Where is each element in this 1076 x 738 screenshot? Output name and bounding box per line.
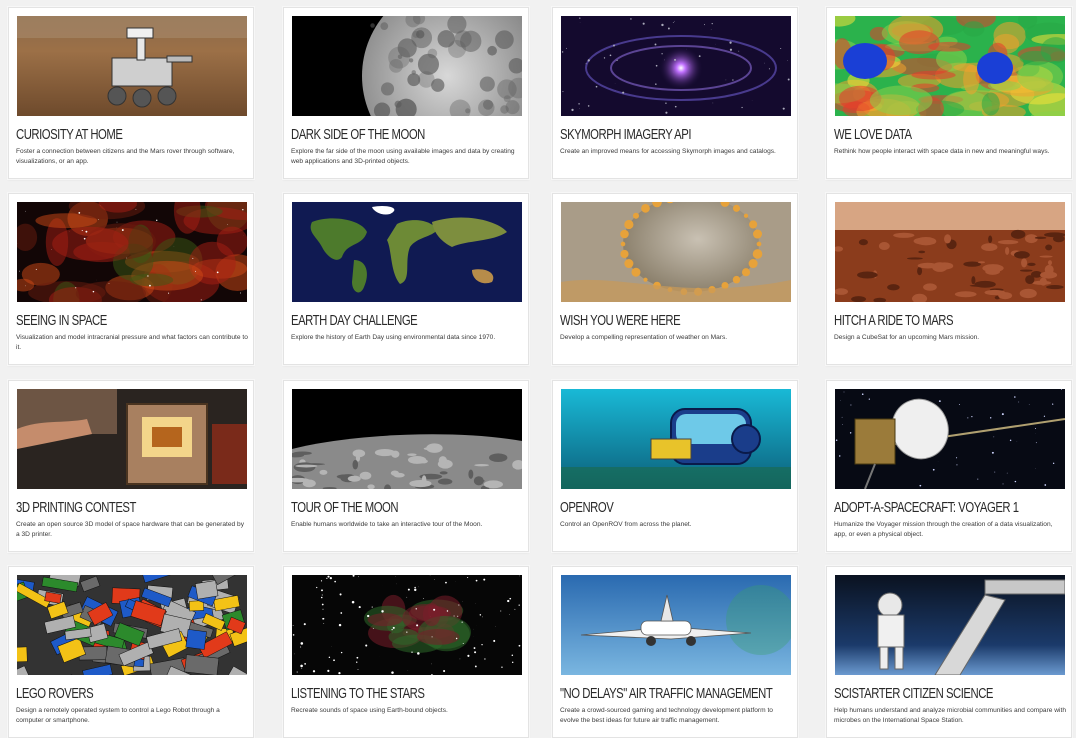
challenge-title[interactable]: ADOPT-A-SPACECRAFT: VOYAGER 1 — [834, 499, 1019, 517]
challenge-description: Create a crowd-sourced gaming and techno… — [560, 707, 773, 724]
challenge-title[interactable]: LISTENING TO THE STARS — [291, 685, 474, 703]
challenge-description: Control an OpenROV from across the plane… — [560, 521, 692, 528]
challenge-card[interactable]: SKYMORPH IMAGERY API Create an improved m… — [552, 7, 798, 179]
challenge-card[interactable]: TOUR OF THE MOON Enable humans worldwide … — [283, 380, 529, 552]
challenge-card[interactable]: SCISTARTER CITIZEN SCIENCE Help humans un… — [826, 566, 1072, 738]
challenge-title[interactable]: OPENROV — [560, 499, 743, 517]
challenge-card[interactable]: "NO DELAYS" AIR TRAFFIC MANAGEMENT Create… — [552, 566, 798, 738]
challenge-description: Design a CubeSat for an upcoming Mars mi… — [834, 334, 980, 341]
challenge-description: Rethink how people interact with space d… — [834, 148, 1050, 155]
challenge-card[interactable]: DARK SIDE OF THE MOON Explore the far sid… — [283, 7, 529, 179]
challenge-description: Visualization and model intracranial pre… — [16, 334, 248, 351]
challenge-description: Explore the history of Earth Day using e… — [291, 334, 496, 341]
challenge-title[interactable]: 3D PRINTING CONTEST — [16, 499, 199, 517]
challenge-description: Recreate sounds of space using Earth-bou… — [291, 707, 448, 714]
challenge-title[interactable]: LEGO ROVERS — [16, 685, 199, 703]
challenge-title[interactable]: DARK SIDE OF THE MOON — [291, 126, 474, 144]
challenge-grid: CURIOSITY AT HOME Foster a connection bet… — [0, 0, 1076, 738]
challenge-card[interactable]: SEEING IN SPACE Visualization and model i… — [8, 193, 254, 365]
challenge-title[interactable]: HITCH A RIDE TO MARS — [834, 312, 1017, 330]
challenge-title[interactable]: SCISTARTER CITIZEN SCIENCE — [834, 685, 1017, 703]
mars-rover-image[interactable] — [17, 16, 247, 116]
challenge-card[interactable]: ADOPT-A-SPACECRAFT: VOYAGER 1 Humanize th… — [826, 380, 1072, 552]
challenge-title[interactable]: SEEING IN SPACE — [16, 312, 199, 330]
challenge-card[interactable]: LISTENING TO THE STARS Recreate sounds of… — [283, 566, 529, 738]
nebula-image[interactable] — [17, 202, 247, 302]
challenge-card[interactable]: WISH YOU WERE HERE Develop a compelling r… — [552, 193, 798, 365]
world-map-image[interactable] — [292, 202, 522, 302]
challenge-description: Enable humans worldwide to take an inter… — [291, 521, 483, 528]
star-field-image[interactable] — [292, 575, 522, 675]
challenge-card[interactable]: WE LOVE DATA Rethink how people interact … — [826, 7, 1072, 179]
challenge-description: Foster a connection between citizens and… — [16, 148, 235, 165]
lego-image[interactable] — [17, 575, 247, 675]
challenge-title[interactable]: TOUR OF THE MOON — [291, 499, 474, 517]
challenge-card[interactable]: EARTH DAY CHALLENGE Explore the history o… — [283, 193, 529, 365]
challenge-card[interactable]: LEGO ROVERS Design a remotely operated sy… — [8, 566, 254, 738]
challenge-description: Help humans understand and analyze micro… — [834, 707, 1067, 724]
challenge-card[interactable]: CURIOSITY AT HOME Foster a connection bet… — [8, 7, 254, 179]
challenge-description: Develop a compelling representation of w… — [560, 334, 728, 341]
challenge-title[interactable]: SKYMORPH IMAGERY API — [560, 126, 743, 144]
challenge-title[interactable]: WISH YOU WERE HERE — [560, 312, 743, 330]
challenge-description: Create an improved means for accessing S… — [560, 148, 776, 155]
underwater-rov-image[interactable] — [561, 389, 791, 489]
heatmap-image[interactable] — [835, 16, 1065, 116]
challenge-title[interactable]: CURIOSITY AT HOME — [16, 126, 199, 144]
mars-surface-image[interactable] — [835, 202, 1065, 302]
challenge-card[interactable]: 3D PRINTING CONTEST Create an open source… — [8, 380, 254, 552]
lunar-surface-image[interactable] — [292, 389, 522, 489]
voyager-image[interactable] — [835, 389, 1065, 489]
astronaut-image[interactable] — [835, 575, 1065, 675]
airplane-image[interactable] — [561, 575, 791, 675]
challenge-description: Humanize the Voyager mission through the… — [834, 521, 1053, 538]
challenge-card[interactable]: HITCH A RIDE TO MARS Design a CubeSat for… — [826, 193, 1072, 365]
galaxy-image[interactable] — [561, 16, 791, 116]
crater-image[interactable] — [561, 202, 791, 302]
moon-image[interactable] — [292, 16, 522, 116]
challenge-description: Explore the far side of the moon using a… — [291, 148, 515, 165]
3d-printer-image[interactable] — [17, 389, 247, 489]
challenge-title[interactable]: WE LOVE DATA — [834, 126, 1017, 144]
challenge-title[interactable]: EARTH DAY CHALLENGE — [291, 312, 474, 330]
challenge-title[interactable]: "NO DELAYS" AIR TRAFFIC MANAGEMENT — [560, 685, 773, 703]
challenge-description: Create an open source 3D model of space … — [16, 521, 244, 538]
challenge-description: Design a remotely operated system to con… — [16, 707, 220, 724]
challenge-card[interactable]: OPENROV Control an OpenROV from across th… — [552, 380, 798, 552]
